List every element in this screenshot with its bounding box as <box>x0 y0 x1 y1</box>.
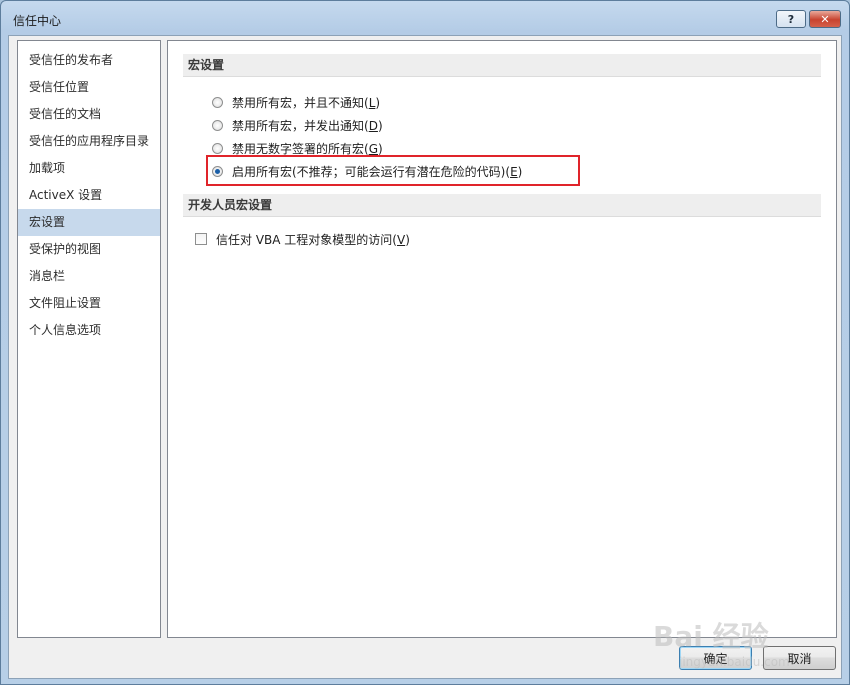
checkbox-label: 信任对 VBA 工程对象模型的访问(V) <box>216 232 410 247</box>
sidebar-item-file-block-settings[interactable]: 文件阻止设置 <box>18 290 160 317</box>
sidebar-item-message-bar[interactable]: 消息栏 <box>18 263 160 290</box>
category-sidebar: 受信任的发布者 受信任位置 受信任的文档 受信任的应用程序目录 加载项 Acti… <box>17 40 161 638</box>
radio-label: 禁用所有宏，并发出通知(D) <box>232 118 383 133</box>
window-title: 信任中心 <box>13 14 62 28</box>
trust-vba-access-option[interactable]: 信任对 VBA 工程对象模型的访问(V) <box>195 230 410 248</box>
dialog-body: 受信任的发布者 受信任位置 受信任的文档 受信任的应用程序目录 加载项 Acti… <box>8 35 842 679</box>
sidebar-item-protected-view[interactable]: 受保护的视图 <box>18 236 160 263</box>
sidebar-item-trusted-documents[interactable]: 受信任的文档 <box>18 101 160 128</box>
sidebar-item-activex-settings[interactable]: ActiveX 设置 <box>18 182 160 209</box>
settings-panel: 宏设置 禁用所有宏，并且不通知(L) 禁用所有宏，并发出通知(D) 禁用无数字签… <box>167 40 837 638</box>
help-button[interactable]: ? <box>776 10 806 28</box>
sidebar-item-trusted-publishers[interactable]: 受信任的发布者 <box>18 47 160 74</box>
sidebar-item-privacy-options[interactable]: 个人信息选项 <box>18 317 160 344</box>
radio-disable-with-notification[interactable]: 禁用所有宏，并发出通知(D) <box>212 116 383 134</box>
checkbox[interactable] <box>195 233 207 245</box>
radio-label: 禁用所有宏，并且不通知(L) <box>232 95 381 110</box>
sidebar-item-add-ins[interactable]: 加载项 <box>18 155 160 182</box>
developer-macro-settings-header: 开发人员宏设置 <box>183 194 821 217</box>
radio-label: 禁用无数字签署的所有宏(G) <box>232 141 383 156</box>
help-icon: ? <box>787 12 795 26</box>
red-highlight-box <box>206 155 580 186</box>
sidebar-item-macro-settings[interactable]: 宏设置 <box>18 209 160 236</box>
title-bar[interactable]: 信任中心 ? ✕ <box>1 1 849 35</box>
radio-button[interactable] <box>212 119 223 131</box>
close-icon: ✕ <box>820 12 830 26</box>
ok-button[interactable]: 确定 <box>679 646 752 670</box>
radio-disable-no-notification[interactable]: 禁用所有宏，并且不通知(L) <box>212 93 380 111</box>
sidebar-item-trusted-locations[interactable]: 受信任位置 <box>18 74 160 101</box>
radio-button[interactable] <box>212 142 223 154</box>
sidebar-item-trusted-app-catalogs[interactable]: 受信任的应用程序目录 <box>18 128 160 155</box>
trust-center-window: 信任中心 ? ✕ 受信任的发布者 受信任位置 受信任的文档 受信任的应用程序目录… <box>0 0 850 685</box>
macro-settings-header: 宏设置 <box>183 54 821 77</box>
radio-button[interactable] <box>212 96 223 108</box>
cancel-button[interactable]: 取消 <box>763 646 836 670</box>
close-button[interactable]: ✕ <box>809 10 841 28</box>
